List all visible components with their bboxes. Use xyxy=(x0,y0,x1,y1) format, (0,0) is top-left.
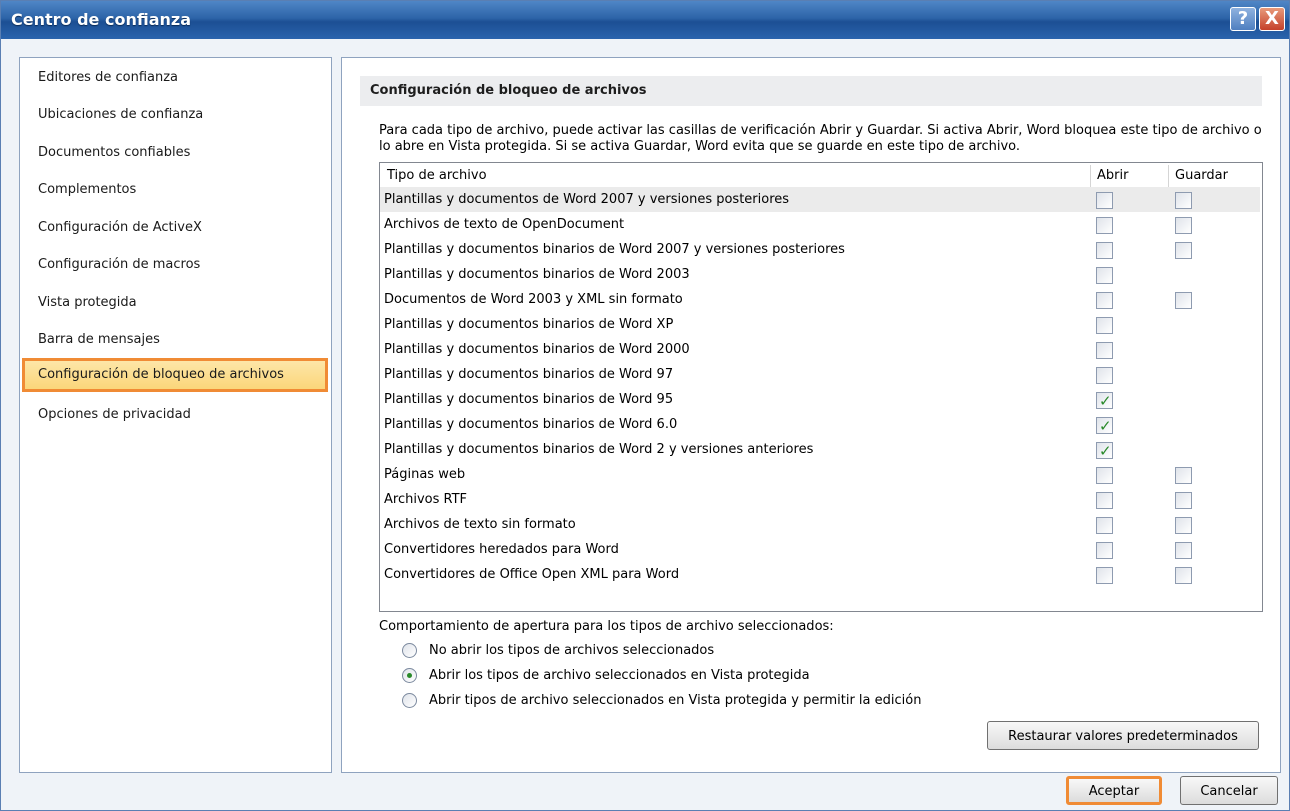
table-row: Páginas web xyxy=(380,462,1260,487)
abrir-checkbox[interactable] xyxy=(1096,439,1113,464)
abrir-checkbox[interactable] xyxy=(1096,414,1113,439)
ok-button[interactable]: Aceptar xyxy=(1066,776,1162,805)
file-type-label: Páginas web xyxy=(384,467,466,482)
table-row: Convertidores heredados para Word xyxy=(380,537,1260,562)
guardar-checkbox[interactable] xyxy=(1175,542,1192,559)
guardar-checkbox[interactable] xyxy=(1175,292,1192,309)
option-no-abrir-label: No abrir los tipos de archivos seleccion… xyxy=(429,643,715,658)
radio-no-abrir[interactable] xyxy=(402,643,417,658)
abrir-checkbox[interactable] xyxy=(1096,242,1113,259)
title-bar: Centro de confianza ? X xyxy=(1,1,1289,39)
option-permitir-edicion-label: Abrir tipos de archivo seleccionados en … xyxy=(429,693,922,708)
table-row: Plantillas y documentos binarios de Word… xyxy=(380,437,1260,464)
guardar-checkbox[interactable] xyxy=(1175,492,1192,509)
table-row: Convertidores de Office Open XML para Wo… xyxy=(380,562,1260,587)
file-type-label: Plantillas y documentos binarios de Word… xyxy=(384,317,674,332)
sidebar-item-privacidad[interactable]: Opciones de privacidad xyxy=(20,399,331,433)
table-row: Plantillas y documentos de Word 2007 y v… xyxy=(380,187,1260,212)
close-button[interactable]: X xyxy=(1259,7,1285,31)
file-type-label: Plantillas y documentos binarios de Word… xyxy=(384,267,690,282)
sidebar-item-complementos[interactable]: Complementos xyxy=(20,174,331,208)
table-row: Plantillas y documentos binarios de Word… xyxy=(380,237,1260,262)
table-row: Plantillas y documentos binarios de Word… xyxy=(380,262,1260,287)
guardar-checkbox[interactable] xyxy=(1175,467,1192,484)
abrir-checkbox[interactable] xyxy=(1096,267,1113,284)
file-type-list[interactable]: Tipo de archivo Abrir Guardar Plantillas… xyxy=(379,162,1263,612)
abrir-checkbox[interactable] xyxy=(1096,217,1113,234)
guardar-checkbox[interactable] xyxy=(1175,242,1192,259)
guardar-checkbox[interactable] xyxy=(1175,567,1192,584)
column-header-abrir: Abrir xyxy=(1097,168,1129,183)
file-type-label: Archivos RTF xyxy=(384,492,468,507)
abrir-checkbox[interactable] xyxy=(1096,317,1113,334)
sidebar-item-documentos[interactable]: Documentos confiables xyxy=(20,137,331,171)
restore-defaults-button[interactable]: Restaurar valores predeterminados xyxy=(987,721,1259,750)
file-type-label: Convertidores de Office Open XML para Wo… xyxy=(384,567,680,582)
file-type-label: Archivos de texto de OpenDocument xyxy=(384,217,625,232)
guardar-checkbox[interactable] xyxy=(1175,517,1192,534)
table-row: Plantillas y documentos binarios de Word… xyxy=(380,362,1260,387)
option-vista-protegida-label: Abrir los tipos de archivo seleccionados… xyxy=(429,668,810,683)
behavior-label: Comportamiento de apertura para los tipo… xyxy=(379,619,834,634)
table-row: Plantillas y documentos binarios de Word… xyxy=(380,312,1260,337)
file-type-label: Archivos de texto sin formato xyxy=(384,517,576,532)
radio-vista-protegida[interactable] xyxy=(402,668,417,683)
file-type-label: Plantillas y documentos de Word 2007 y v… xyxy=(384,192,790,207)
sidebar-item-bloqueo-archivos[interactable]: Configuración de bloqueo de archivos xyxy=(22,358,328,392)
trust-center-dialog: Centro de confianza ? X Editores de conf… xyxy=(0,0,1290,811)
file-type-label: Plantillas y documentos binarios de Word… xyxy=(384,242,845,257)
file-type-label: Plantillas y documentos binarios de Word… xyxy=(384,342,690,357)
table-row: Archivos RTF xyxy=(380,487,1260,512)
file-type-label: Plantillas y documentos binarios de Word… xyxy=(384,442,814,457)
table-row: Archivos de texto sin formato xyxy=(380,512,1260,537)
file-type-label: Plantillas y documentos binarios de Word… xyxy=(384,417,678,432)
category-sidebar: Editores de confianza Ubicaciones de con… xyxy=(19,57,332,773)
file-type-label: Plantillas y documentos binarios de Word… xyxy=(384,392,674,407)
column-header-tipo: Tipo de archivo xyxy=(387,168,487,183)
abrir-checkbox[interactable] xyxy=(1096,542,1113,559)
guardar-checkbox[interactable] xyxy=(1175,217,1192,234)
table-row: Plantillas y documentos binarios de Word… xyxy=(380,412,1260,439)
file-type-label: Plantillas y documentos binarios de Word… xyxy=(384,367,674,382)
section-title: Configuración de bloqueo de archivos xyxy=(360,76,1262,106)
abrir-checkbox[interactable] xyxy=(1096,192,1113,209)
table-row: Documentos de Word 2003 y XML sin format… xyxy=(380,287,1260,312)
radio-permitir-edicion[interactable] xyxy=(402,693,417,708)
cancel-button[interactable]: Cancelar xyxy=(1180,776,1278,805)
table-row: Plantillas y documentos binarios de Word… xyxy=(380,387,1260,414)
table-row: Archivos de texto de OpenDocument xyxy=(380,212,1260,237)
file-type-label: Documentos de Word 2003 y XML sin format… xyxy=(384,292,683,307)
abrir-checkbox[interactable] xyxy=(1096,467,1113,484)
help-button[interactable]: ? xyxy=(1230,7,1256,31)
sidebar-item-activex[interactable]: Configuración de ActiveX xyxy=(20,212,331,246)
window-title: Centro de confianza xyxy=(11,10,191,29)
description-text: Para cada tipo de archivo, puede activar… xyxy=(379,123,1262,154)
column-header-guardar: Guardar xyxy=(1175,168,1228,183)
abrir-checkbox[interactable] xyxy=(1096,292,1113,309)
abrir-checkbox[interactable] xyxy=(1096,567,1113,584)
abrir-checkbox[interactable] xyxy=(1096,492,1113,509)
file-type-label: Convertidores heredados para Word xyxy=(384,542,619,557)
sidebar-item-vista-protegida[interactable]: Vista protegida xyxy=(20,287,331,321)
settings-panel: Configuración de bloqueo de archivos Par… xyxy=(341,57,1281,773)
abrir-checkbox[interactable] xyxy=(1096,389,1113,414)
abrir-checkbox[interactable] xyxy=(1096,517,1113,534)
abrir-checkbox[interactable] xyxy=(1096,367,1113,384)
sidebar-item-ubicaciones[interactable]: Ubicaciones de confianza xyxy=(20,99,331,133)
table-row: Plantillas y documentos binarios de Word… xyxy=(380,337,1260,362)
sidebar-item-macros[interactable]: Configuración de macros xyxy=(20,249,331,283)
guardar-checkbox[interactable] xyxy=(1175,192,1192,209)
sidebar-item-editores[interactable]: Editores de confianza xyxy=(20,62,331,96)
sidebar-item-barra-mensajes[interactable]: Barra de mensajes xyxy=(20,324,331,358)
abrir-checkbox[interactable] xyxy=(1096,342,1113,359)
